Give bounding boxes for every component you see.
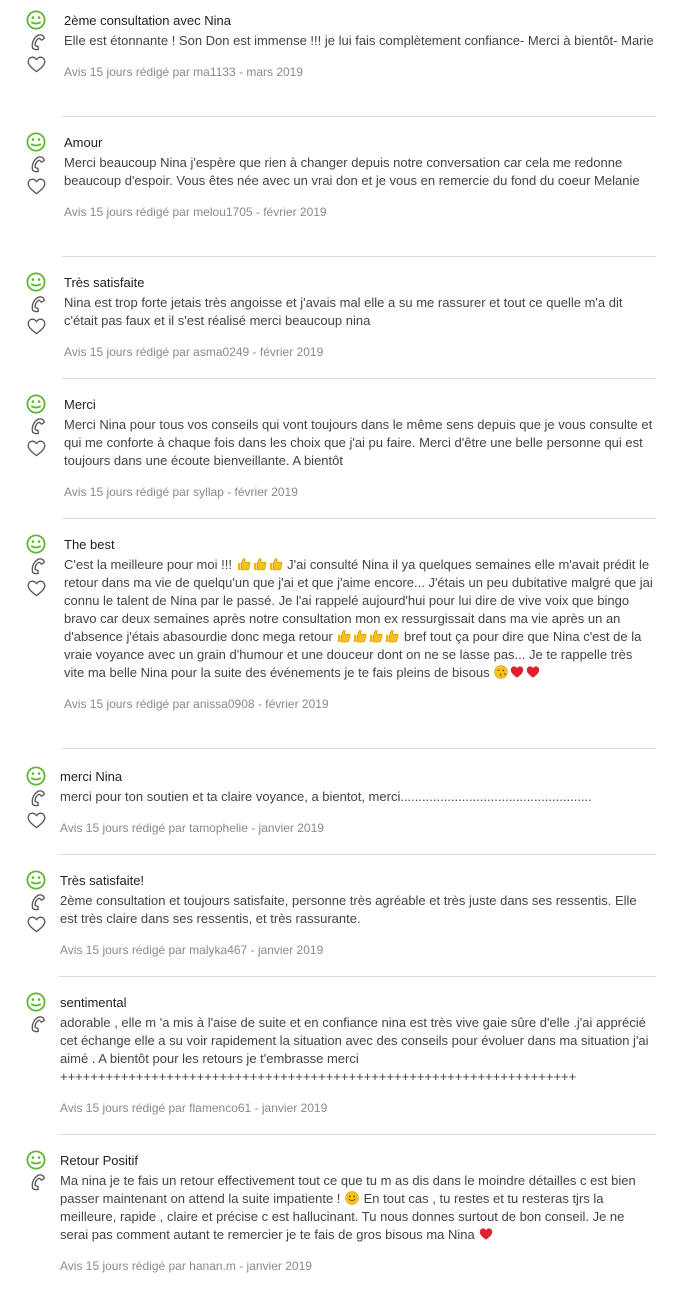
heart-outline-icon[interactable] — [27, 916, 46, 933]
review-text: Nina est trop forte jetais très angoisse… — [64, 295, 623, 328]
heart-outline-icon[interactable] — [27, 440, 46, 457]
review-content: Merci Merci Nina pour tous vos conseils … — [64, 396, 656, 500]
thumbs-up-emoji — [353, 629, 367, 643]
review-title: merci Nina — [60, 769, 123, 784]
smiley-icon — [26, 272, 46, 292]
smiley-icon — [26, 394, 46, 414]
review-title: The best — [64, 537, 115, 552]
review-title: Merci — [64, 397, 96, 412]
thumbs-up-emoji — [253, 557, 267, 571]
red-heart-emoji — [510, 665, 524, 679]
review-divider — [62, 256, 656, 257]
review-meta: Avis 15 jours rédigé par hanan.m - janvi… — [60, 1259, 312, 1273]
heart-outline-icon[interactable] — [27, 178, 46, 195]
review-content: Retour Positif Ma nina je te fais un ret… — [60, 1152, 656, 1274]
phone-icon[interactable] — [28, 33, 46, 51]
heart-outline-icon[interactable] — [27, 56, 46, 73]
smiley-icon — [26, 1150, 46, 1170]
review-content: 2ème consultation avec Nina Elle est éto… — [64, 12, 656, 80]
review-text: C'est la meilleure pour moi !!! J'ai con… — [64, 556, 656, 682]
review-text: Merci beaucoup Nina j'espère que rien à … — [64, 155, 640, 188]
review-meta: Avis 15 jours rédigé par ma1133 - mars 2… — [64, 65, 304, 79]
review-content: Amour Merci beaucoup Nina j'espère que r… — [64, 134, 656, 220]
thumbs-up-emoji — [237, 557, 251, 571]
red-heart-emoji — [479, 1227, 493, 1241]
review-divider — [58, 854, 656, 855]
smiley-icon — [26, 992, 46, 1012]
review-text-part: C'est la meilleure pour moi !!! — [64, 557, 236, 572]
phone-icon[interactable] — [28, 893, 46, 911]
review-divider — [62, 518, 656, 519]
heart-outline-icon[interactable] — [27, 318, 46, 335]
red-heart-emoji — [526, 665, 540, 679]
phone-icon[interactable] — [28, 557, 46, 575]
smiley-icon — [26, 870, 46, 890]
thumbs-up-emoji — [369, 629, 383, 643]
smiley-icon — [26, 534, 46, 554]
review-meta: Avis 15 jours rédigé par flamenco61 - ja… — [60, 1101, 328, 1115]
review-content: Très satisfaite! 2ème consultation et to… — [60, 872, 656, 958]
review-text: Ma nina je te fais un retour effectiveme… — [60, 1172, 656, 1244]
phone-icon[interactable] — [28, 417, 46, 435]
review-divider — [58, 1134, 656, 1135]
smile-emoji — [345, 1191, 359, 1205]
review-meta: Avis 15 jours rédigé par anissa0908 - fé… — [64, 697, 329, 711]
review-title: sentimental — [60, 995, 127, 1010]
review-content: Très satisfaite Nina est trop forte jeta… — [64, 274, 656, 360]
kiss-emoji — [494, 665, 508, 679]
review-meta: Avis 15 jours rédigé par malyka467 - jan… — [60, 943, 324, 957]
review-title: Amour — [64, 135, 103, 150]
review-content: The best C'est la meilleure pour moi !!!… — [64, 536, 656, 712]
review-title: Retour Positif — [60, 1153, 139, 1168]
reviews-list: 2ème consultation avec Nina Elle est éto… — [0, 0, 674, 1299]
phone-icon[interactable] — [28, 295, 46, 313]
review-title: Très satisfaite — [64, 275, 145, 290]
review-text: Merci Nina pour tous vos conseils qui vo… — [64, 417, 653, 468]
review-content: merci Nina merci pour ton soutien et ta … — [60, 768, 656, 836]
smiley-icon — [26, 10, 46, 30]
thumbs-up-emoji — [385, 629, 399, 643]
phone-icon[interactable] — [28, 1015, 46, 1033]
review-text: adorable , elle m 'a mis à l'aise de sui… — [60, 1015, 649, 1084]
review-divider — [62, 378, 656, 379]
review-meta: Avis 15 jours rédigé par syllap - févrie… — [64, 485, 298, 499]
phone-icon[interactable] — [28, 789, 46, 807]
heart-outline-icon[interactable] — [27, 580, 46, 597]
review-text: merci pour ton soutien et ta claire voya… — [60, 789, 592, 804]
review-divider — [62, 748, 656, 749]
phone-icon[interactable] — [28, 155, 46, 173]
smiley-icon — [26, 132, 46, 152]
review-meta: Avis 15 jours rédigé par melou1705 - fév… — [64, 205, 327, 219]
review-meta: Avis 15 jours rédigé par asma0249 - févr… — [64, 345, 324, 359]
smiley-icon — [26, 766, 46, 786]
review-meta: Avis 15 jours rédigé par tamophelie - ja… — [60, 821, 324, 835]
thumbs-up-emoji — [337, 629, 351, 643]
phone-icon[interactable] — [28, 1173, 46, 1191]
heart-outline-icon[interactable] — [27, 812, 46, 829]
review-title: 2ème consultation avec Nina — [64, 13, 231, 28]
review-text: Elle est étonnante ! Son Don est immense… — [64, 33, 654, 48]
review-title: Très satisfaite! — [60, 873, 145, 888]
thumbs-up-emoji — [269, 557, 283, 571]
review-content: sentimental adorable , elle m 'a mis à l… — [60, 994, 656, 1116]
review-divider — [58, 976, 656, 977]
review-text: 2ème consultation et toujours satisfaite… — [60, 893, 637, 926]
review-divider — [62, 116, 656, 117]
